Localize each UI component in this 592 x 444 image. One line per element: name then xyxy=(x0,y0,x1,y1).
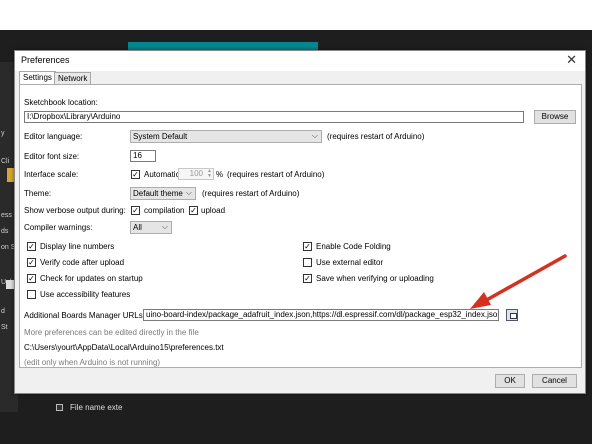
arrow-shaft xyxy=(481,254,567,304)
arrow-head xyxy=(470,292,491,309)
annotation-arrow xyxy=(470,254,567,309)
